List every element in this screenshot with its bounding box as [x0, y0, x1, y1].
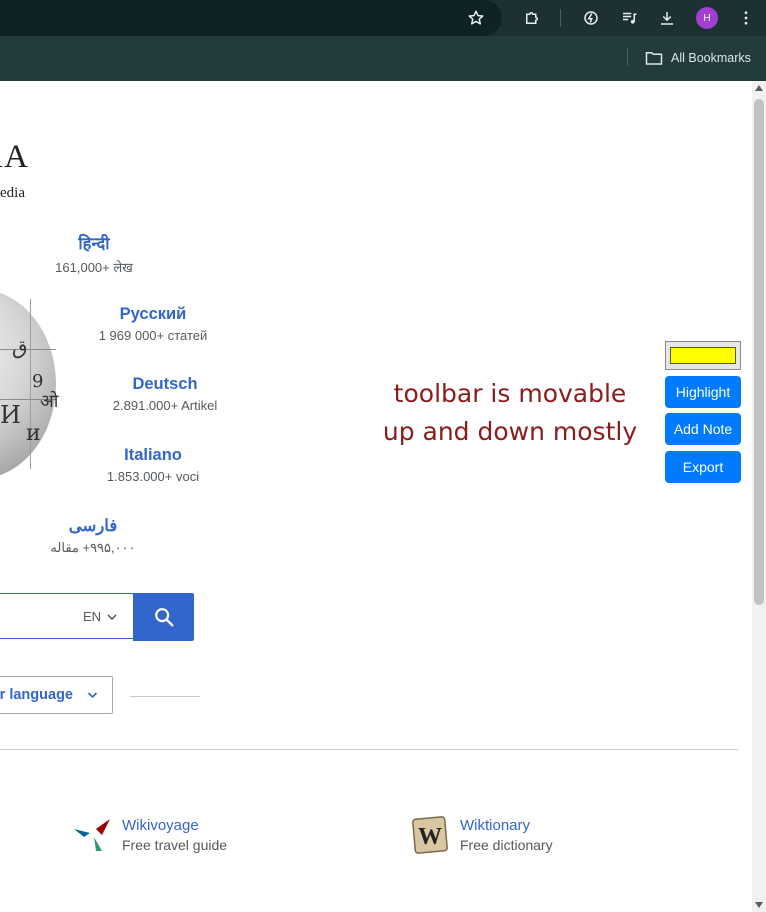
language-link-russian[interactable]: Русский 1 969 000+ статей: [80, 305, 226, 343]
language-link-persian[interactable]: فارسی ۹۹۵,۰۰۰+ مقاله: [28, 516, 158, 556]
language-link-german[interactable]: Deutsch 2.891.000+ Artikel: [90, 375, 240, 413]
project-description: Free travel guide: [122, 837, 228, 853]
search-icon: [154, 608, 173, 627]
project-name: Wikivoyage: [122, 817, 199, 834]
highlight-color-fill: [670, 347, 736, 364]
language-name: हिन्दी: [78, 235, 110, 253]
all-bookmarks-button[interactable]: All Bookmarks: [645, 48, 751, 68]
divider: [130, 696, 200, 697]
all-bookmarks-label: All Bookmarks: [671, 51, 751, 65]
section-divider: [0, 749, 738, 750]
page-viewport: ıA edia ق 9 ओ И и हिन्दी 161,000+ लेख Ру…: [0, 81, 766, 912]
highlight-color-picker[interactable]: [665, 341, 741, 370]
search-language-select[interactable]: EN: [83, 609, 117, 624]
browser-toolbar: H: [0, 0, 766, 36]
wikivoyage-logo-icon: [74, 819, 110, 851]
language-link-italian[interactable]: Italiano 1.853.000+ voci: [83, 446, 223, 484]
language-article-count: 161,000+ लेख: [55, 260, 133, 275]
vertical-scrollbar[interactable]: [752, 81, 766, 912]
wikipedia-globe-logo: ق 9 ओ И и: [0, 289, 58, 479]
bookmarks-bar: All Bookmarks: [0, 36, 766, 81]
language-article-count: 1 969 000+ статей: [98, 328, 208, 343]
search-button[interactable]: [133, 593, 194, 641]
search-input[interactable]: EN: [0, 593, 133, 639]
add-note-button[interactable]: Add Note: [665, 413, 741, 445]
extensions-icon[interactable]: [519, 5, 545, 31]
address-bar[interactable]: [0, 0, 502, 36]
chevron-down-icon: [87, 692, 98, 699]
language-name: Italiano: [124, 446, 182, 464]
folder-icon: [645, 52, 663, 65]
scroll-up-arrow-icon[interactable]: [755, 85, 763, 91]
svg-text:W: W: [418, 824, 442, 850]
wikipedia-tagline: edia: [0, 185, 25, 201]
language-link-hindi[interactable]: हिन्दी 161,000+ लेख: [30, 231, 158, 276]
profile-avatar[interactable]: H: [696, 7, 718, 29]
language-article-count: 1.853.000+ voci: [106, 469, 200, 484]
scrollbar-thumb[interactable]: [754, 99, 764, 605]
download-icon[interactable]: [654, 5, 680, 31]
language-name: Русский: [119, 305, 187, 323]
annotation-text: toolbar is movable up and down mostly: [365, 375, 655, 451]
search-language-code: EN: [82, 609, 101, 624]
project-description: Free dictionary: [460, 837, 553, 853]
chevron-down-icon: [107, 613, 117, 620]
more-menu-icon[interactable]: [733, 5, 759, 31]
wiktionary-logo-icon: W: [412, 816, 448, 854]
performance-icon[interactable]: [578, 5, 604, 31]
annotation-line: up and down mostly: [382, 417, 638, 446]
export-button[interactable]: Export: [665, 451, 741, 483]
language-button-label: r language: [0, 687, 73, 703]
annotation-line: toolbar is movable: [393, 379, 627, 408]
language-name: فارسی: [68, 517, 118, 535]
bookmarks-divider: [627, 48, 628, 66]
toolbar-divider: [560, 9, 561, 27]
media-controls-icon[interactable]: [616, 5, 642, 31]
highlight-button[interactable]: Highlight: [665, 376, 741, 408]
sister-project-wiktionary[interactable]: W Wiktionary Free dictionary: [410, 815, 553, 855]
scroll-down-arrow-icon[interactable]: [755, 902, 763, 908]
read-in-your-language-button[interactable]: r language: [0, 676, 113, 714]
language-article-count: 2.891.000+ Artikel: [112, 398, 218, 413]
project-name: Wiktionary: [460, 817, 531, 834]
sister-project-wikivoyage[interactable]: Wikivoyage Free travel guide: [72, 815, 227, 855]
language-article-count: ۹۹۵,۰۰۰+ مقاله: [50, 540, 136, 555]
bookmark-star-icon[interactable]: [463, 5, 489, 31]
language-name: Deutsch: [132, 375, 198, 393]
wikipedia-wordmark: ıA: [0, 139, 29, 175]
